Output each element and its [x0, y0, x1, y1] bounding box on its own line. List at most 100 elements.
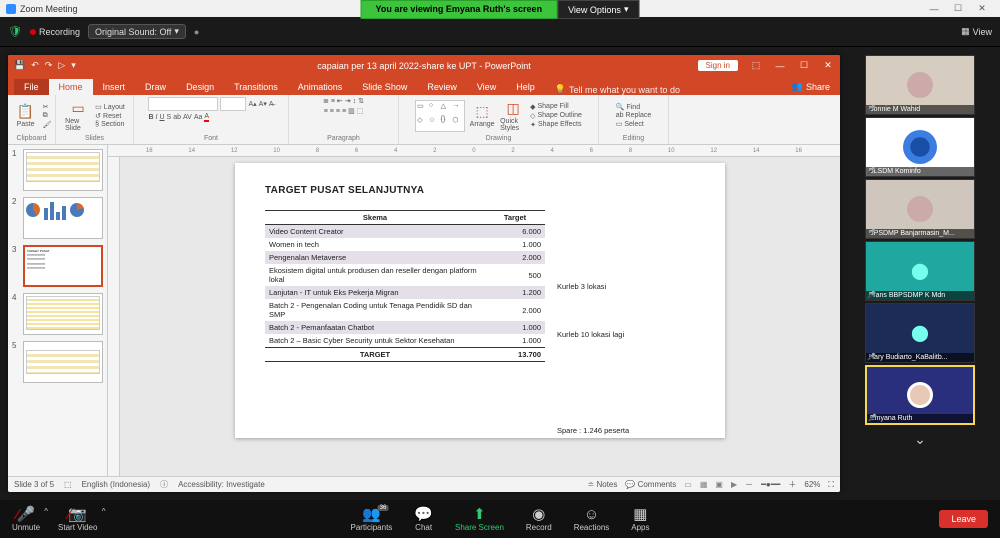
thumb-slide-5[interactable]: [23, 341, 103, 383]
participants-button[interactable]: 👥Participants36: [350, 507, 392, 532]
tab-home[interactable]: Home: [49, 79, 93, 95]
reset-button[interactable]: ↺ Reset: [95, 112, 125, 120]
reading-view-icon[interactable]: ▣: [715, 480, 723, 489]
numbering-button[interactable]: ≡: [331, 98, 335, 105]
undo-icon[interactable]: ↶: [31, 60, 39, 71]
font-color-button[interactable]: A: [204, 113, 209, 122]
minimize-button[interactable]: —: [922, 4, 946, 14]
notes-button[interactable]: ≐ Notes: [588, 480, 618, 489]
indent-inc-button[interactable]: ⇥: [345, 97, 351, 105]
close-button[interactable]: ✕: [970, 3, 994, 14]
slide-content[interactable]: TARGET PUSAT SELANJUTNYA Skema Target Vi…: [235, 163, 725, 438]
sorter-view-icon[interactable]: ▦: [700, 480, 708, 489]
underline-button[interactable]: U: [159, 114, 164, 121]
slideshow-icon[interactable]: ▷: [58, 60, 65, 71]
zoom-out-button[interactable]: －: [745, 479, 753, 490]
save-icon[interactable]: 💾: [14, 60, 25, 71]
align-right-button[interactable]: ≡: [336, 108, 340, 115]
chevron-up-icon[interactable]: ^: [44, 507, 48, 516]
text-direction-button[interactable]: ⇅: [358, 97, 364, 105]
language-label[interactable]: English (Indonesia): [82, 480, 150, 489]
cut-icon[interactable]: ✂: [43, 103, 52, 111]
arrange-button[interactable]: ⬚Arrange: [468, 99, 496, 133]
encryption-shield-icon[interactable]: 🛡: [8, 25, 22, 38]
slideshow-view-icon[interactable]: ▶: [731, 480, 737, 489]
smartart-button[interactable]: ⬚: [357, 107, 364, 115]
slide-canvas[interactable]: 1614121086420246810121416 TARGET PUSAT S…: [108, 145, 840, 476]
section-button[interactable]: § Section: [95, 121, 125, 128]
lang-icon[interactable]: ⬚: [64, 480, 72, 489]
tab-review[interactable]: Review: [417, 79, 467, 95]
reactions-button[interactable]: ☺Reactions: [574, 507, 610, 532]
paste-button[interactable]: 📋Paste: [12, 99, 40, 133]
start-video-button[interactable]: 📷⁄Start Video^: [58, 507, 97, 532]
strike-button[interactable]: S: [167, 114, 172, 121]
participant-tile[interactable]: 🎤Emyana Ruth: [865, 365, 975, 425]
signin-button[interactable]: Sign in: [698, 60, 738, 71]
thumb-slide-3[interactable]: TARGET PUSAT━━━━━━━━━━━━━━━━━━━━━━━━━━━━…: [23, 245, 103, 287]
participant-tile[interactable]: 🎤BLSDM Kominfo: [865, 117, 975, 177]
participant-tile[interactable]: 🎤Bonnie M Wahid: [865, 55, 975, 115]
ribbon-options-icon[interactable]: ⬚: [744, 60, 768, 71]
tab-insert[interactable]: Insert: [93, 79, 136, 95]
slide-thumbnail-panel[interactable]: 1 2 3TARGET PUSAT━━━━━━━━━━━━━━━━━━━━━━━…: [8, 145, 108, 476]
normal-view-icon[interactable]: ▭: [684, 480, 692, 489]
italic-button[interactable]: I: [156, 114, 158, 121]
fit-window-icon[interactable]: ⛶: [828, 480, 834, 490]
shape-effects-button[interactable]: ✦ Shape Effects: [530, 121, 582, 129]
maximize-button[interactable]: ☐: [946, 3, 970, 14]
quick-styles-button[interactable]: ◫Quick Styles: [499, 99, 527, 133]
find-button[interactable]: 🔍 Find: [616, 103, 651, 111]
shape-fill-button[interactable]: ◆ Shape Fill: [530, 103, 582, 111]
zoom-slider[interactable]: ━●━━: [761, 480, 780, 489]
leave-button[interactable]: Leave: [939, 510, 988, 528]
participant-tile[interactable]: ⬤🎤Frans BBPSDMP K Mdn: [865, 241, 975, 301]
zoom-in-button[interactable]: ＋: [788, 479, 796, 490]
tab-transitions[interactable]: Transitions: [224, 79, 288, 95]
bold-button[interactable]: B: [148, 114, 153, 121]
new-slide-button[interactable]: ▭New Slide: [64, 99, 92, 133]
font-family-select[interactable]: [148, 97, 218, 111]
increase-font-icon[interactable]: A▴: [248, 100, 256, 108]
tab-animations[interactable]: Animations: [288, 79, 353, 95]
more-participants-chevron[interactable]: ⌄: [914, 431, 926, 448]
ppt-close-button[interactable]: ✕: [816, 60, 840, 71]
tell-me-search[interactable]: 💡 Tell me what you want to do: [555, 84, 680, 95]
tab-view[interactable]: View: [467, 79, 506, 95]
shape-outline-button[interactable]: ◇ Shape Outline: [530, 112, 582, 120]
shadow-button[interactable]: ab: [173, 114, 181, 121]
chat-button[interactable]: 💬Chat: [414, 507, 433, 532]
chevron-up-icon[interactable]: ^: [102, 507, 106, 516]
copy-icon[interactable]: ⧉: [43, 112, 52, 120]
align-center-button[interactable]: ≡: [330, 108, 334, 115]
participant-tile[interactable]: ⬤🎤Hary Budiarto_KaBalitb...: [865, 303, 975, 363]
thumb-slide-1[interactable]: [23, 149, 103, 191]
replace-button[interactable]: ab Replace: [616, 112, 651, 119]
tab-slideshow[interactable]: Slide Show: [352, 79, 417, 95]
share-screen-button[interactable]: ⬆Share Screen: [455, 507, 504, 532]
qat-more-icon[interactable]: ▾: [71, 60, 76, 71]
tab-design[interactable]: Design: [176, 79, 224, 95]
record-button[interactable]: ◉Record: [526, 507, 552, 532]
spacing-button[interactable]: AV: [183, 114, 192, 121]
view-options-button[interactable]: View Options ▾: [557, 0, 639, 19]
format-painter-icon[interactable]: 🖌: [43, 121, 52, 129]
thumb-slide-4[interactable]: [23, 293, 103, 335]
align-left-button[interactable]: ≡: [324, 108, 328, 115]
indent-dec-button[interactable]: ⇤: [337, 97, 343, 105]
ppt-minimize-button[interactable]: —: [768, 61, 792, 71]
columns-button[interactable]: ▥: [348, 107, 355, 115]
unmute-button[interactable]: 🎤⁄Unmute^: [12, 507, 40, 532]
participant-tile[interactable]: 🎤BPSDMP Banjarmasin_M...: [865, 179, 975, 239]
clear-format-icon[interactable]: A̶: [269, 101, 274, 108]
tab-draw[interactable]: Draw: [135, 79, 176, 95]
shapes-gallery[interactable]: ▭○△→◇☆{}⬡: [415, 100, 465, 132]
select-button[interactable]: ▭ Select: [616, 120, 651, 128]
zoom-level[interactable]: 62%: [804, 480, 820, 489]
font-size-select[interactable]: [220, 97, 246, 111]
view-layout-button[interactable]: ▦ View: [961, 26, 992, 37]
justify-button[interactable]: ≡: [342, 108, 346, 115]
case-button[interactable]: Aa: [194, 114, 203, 121]
decrease-font-icon[interactable]: A▾: [259, 100, 267, 108]
redo-icon[interactable]: ↷: [45, 60, 53, 71]
